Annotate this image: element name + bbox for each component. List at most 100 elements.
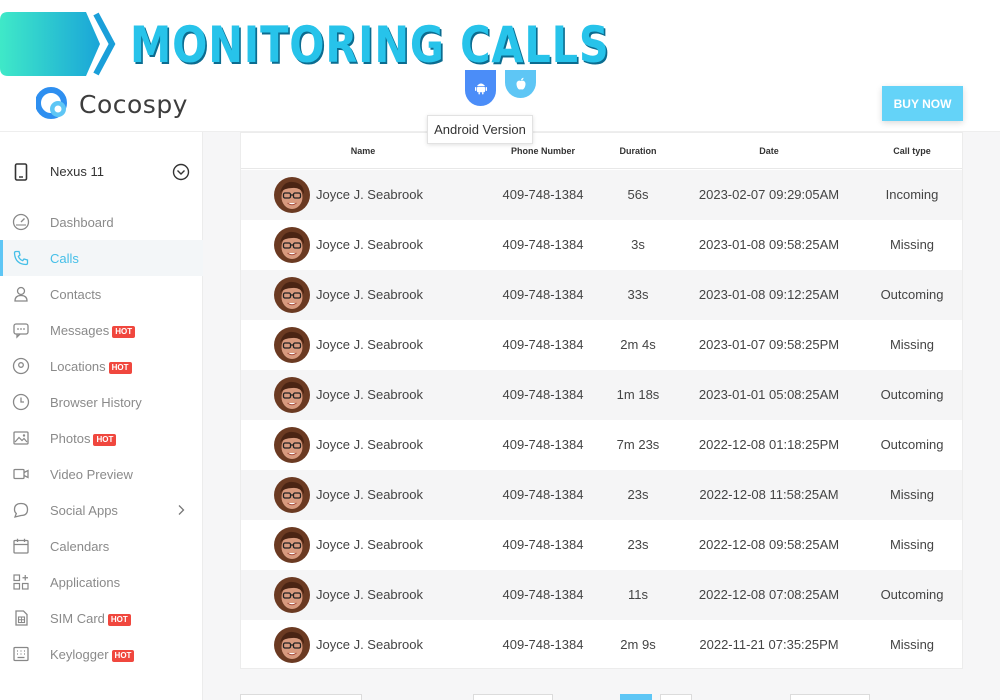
- cell-duration: 56s: [627, 187, 649, 202]
- brand-logo[interactable]: Cocospy: [36, 86, 188, 122]
- sidebar-item-social-apps[interactable]: Social Apps: [0, 492, 203, 528]
- cell-date: 2022-12-08 07:08:25AM: [698, 587, 840, 602]
- cell-date: 2022-12-08 09:58:25AM: [698, 537, 840, 552]
- dashboard-icon: [12, 213, 30, 231]
- photo-icon: [13, 431, 29, 445]
- cell-phone: 409-748-1384: [502, 187, 584, 202]
- hot-badge: HOT: [93, 433, 117, 446]
- cell-phone: 409-748-1384: [502, 337, 584, 352]
- hot-badge: HOT: [108, 361, 132, 374]
- android-icon: [474, 83, 487, 95]
- table-row[interactable]: Joyce J. Seabrook 409-748-1384 56s 2023-02-…: [241, 170, 962, 220]
- contacts-icon: [14, 286, 28, 302]
- avatar: [274, 177, 310, 213]
- column-header-call-type[interactable]: Call type: [893, 146, 931, 156]
- video-icon: [13, 468, 29, 480]
- brand-name: Cocospy: [79, 89, 188, 119]
- column-header-duration[interactable]: Duration: [620, 146, 657, 156]
- hot-badge: HOT: [111, 649, 135, 662]
- table-row[interactable]: Joyce J. Seabrook 409-748-1384 11s 2022-12-…: [241, 570, 962, 620]
- sidebar-item-applications[interactable]: Applications: [0, 564, 203, 600]
- sidebar-item-contacts[interactable]: Contacts: [0, 276, 203, 312]
- chat-icon: [13, 502, 29, 518]
- cell-date: 2023-02-07 09:29:05AM: [698, 187, 840, 202]
- cell-call-type: Missing: [889, 337, 935, 352]
- column-header-phone[interactable]: Phone Number: [511, 146, 575, 156]
- sidebar-item-messages[interactable]: Messages HOT: [0, 312, 203, 348]
- column-header-date[interactable]: Date: [759, 146, 779, 156]
- cell-date: 2022-11-21 07:35:25PM: [699, 637, 839, 652]
- sidebar-item-video-preview[interactable]: Video Preview: [0, 456, 203, 492]
- sidebar-item-dashboard[interactable]: Dashboard: [0, 204, 203, 240]
- avatar: [274, 277, 310, 313]
- cell-date: 2023-01-07 09:58:25PM: [698, 337, 840, 352]
- table-row[interactable]: Joyce J. Seabrook 409-748-1384 2m 4s 2023-0…: [241, 320, 962, 370]
- page-title: MONITORING CALLS: [130, 16, 610, 74]
- table-row[interactable]: Joyce J. Seabrook 409-748-1384 23s 2022-12-…: [241, 470, 962, 520]
- cell-call-type: Missing: [889, 537, 935, 552]
- cell-name: Joyce J. Seabrook: [316, 287, 423, 302]
- sidebar-item-label: Photos HOT: [50, 431, 117, 446]
- pagination-next[interactable]: [790, 694, 870, 700]
- chevron-right-icon: [178, 505, 185, 515]
- title-banner: MONITORING CALLS: [0, 0, 609, 78]
- table-row[interactable]: Joyce J. Seabrook 409-748-1384 1m 18s 2023-…: [241, 370, 962, 420]
- sidebar-item-label: Messages HOT: [50, 323, 136, 338]
- calendar-icon: [13, 538, 29, 554]
- sidebar: Nexus 11 Dashboard Calls Contacts Messages H…: [0, 132, 203, 700]
- cell-phone: 409-748-1384: [502, 587, 584, 602]
- pagination-prev[interactable]: [473, 694, 553, 700]
- location-icon: [12, 357, 30, 375]
- phone-device-icon: [14, 163, 28, 181]
- sidebar-item-text: Contacts: [50, 286, 102, 302]
- cell-phone: 409-748-1384: [502, 487, 584, 502]
- cell-duration: 7m 23s: [616, 437, 660, 452]
- buy-now-button[interactable]: BUY NOW: [882, 86, 963, 121]
- cell-name: Joyce J. Seabrook: [316, 237, 423, 252]
- cell-phone: 409-748-1384: [502, 387, 584, 402]
- avatar: [274, 327, 310, 363]
- sidebar-item-sim-card[interactable]: SIM Card HOT: [0, 600, 203, 636]
- sidebar-item-text: SIM Card: [50, 610, 105, 626]
- cell-call-type: Outcoming: [880, 387, 944, 402]
- banner-arrow-shape: [0, 12, 116, 76]
- cell-duration: 2m 4s: [620, 337, 656, 352]
- pagination-current-page[interactable]: [620, 694, 652, 700]
- cell-duration: 33s: [627, 287, 649, 302]
- avatar: [274, 627, 310, 663]
- cocospy-logo-icon: [36, 87, 67, 119]
- sidebar-item-calls[interactable]: Calls: [0, 240, 203, 276]
- cell-name: Joyce J. Seabrook: [316, 387, 423, 402]
- apps-icon: [13, 574, 29, 590]
- device-selector[interactable]: Nexus 11: [0, 152, 203, 192]
- sidebar-nav: Dashboard Calls Contacts Messages HOT Locatio…: [0, 204, 203, 672]
- sidebar-item-locations[interactable]: Locations HOT: [0, 348, 203, 384]
- cell-name: Joyce J. Seabrook: [316, 587, 423, 602]
- table-row[interactable]: Joyce J. Seabrook 409-748-1384 23s 2022-12-…: [241, 520, 962, 570]
- table-row[interactable]: Joyce J. Seabrook 409-748-1384 33s 2023-01-…: [241, 270, 962, 320]
- sidebar-item-label: Browser History: [50, 395, 142, 410]
- table-row[interactable]: Joyce J. Seabrook 409-748-1384 3s 2023-01-0…: [241, 220, 962, 270]
- sidebar-item-browser-history[interactable]: Browser History: [0, 384, 203, 420]
- column-header-name[interactable]: Name: [351, 146, 376, 156]
- sidebar-item-label: SIM Card HOT: [50, 611, 131, 626]
- page-size-select[interactable]: [240, 694, 362, 700]
- cell-call-type: Missing: [889, 637, 935, 652]
- cell-date: 2023-01-08 09:58:25AM: [698, 237, 840, 252]
- sidebar-item-keylogger[interactable]: Keylogger HOT: [0, 636, 203, 672]
- cell-name: Joyce J. Seabrook: [316, 487, 423, 502]
- messages-icon: [13, 323, 29, 339]
- cell-phone: 409-748-1384: [502, 287, 584, 302]
- table-row[interactable]: Joyce J. Seabrook 409-748-1384 2m 9s 2022-1…: [241, 620, 962, 670]
- table-row[interactable]: Joyce J. Seabrook 409-748-1384 7m 23s 2022-…: [241, 420, 962, 470]
- sidebar-item-photos[interactable]: Photos HOT: [0, 420, 203, 456]
- avatar: [274, 577, 310, 613]
- cell-call-type: Outcoming: [880, 287, 944, 302]
- sidebar-item-label: Locations HOT: [50, 359, 132, 374]
- chevron-down-icon[interactable]: [172, 163, 190, 181]
- cell-call-type: Missing: [889, 487, 935, 502]
- sidebar-item-label: Dashboard: [50, 215, 114, 230]
- sidebar-item-calendars[interactable]: Calendars: [0, 528, 203, 564]
- pagination-page[interactable]: [660, 694, 692, 700]
- sidebar-item-label: Calls: [50, 251, 79, 266]
